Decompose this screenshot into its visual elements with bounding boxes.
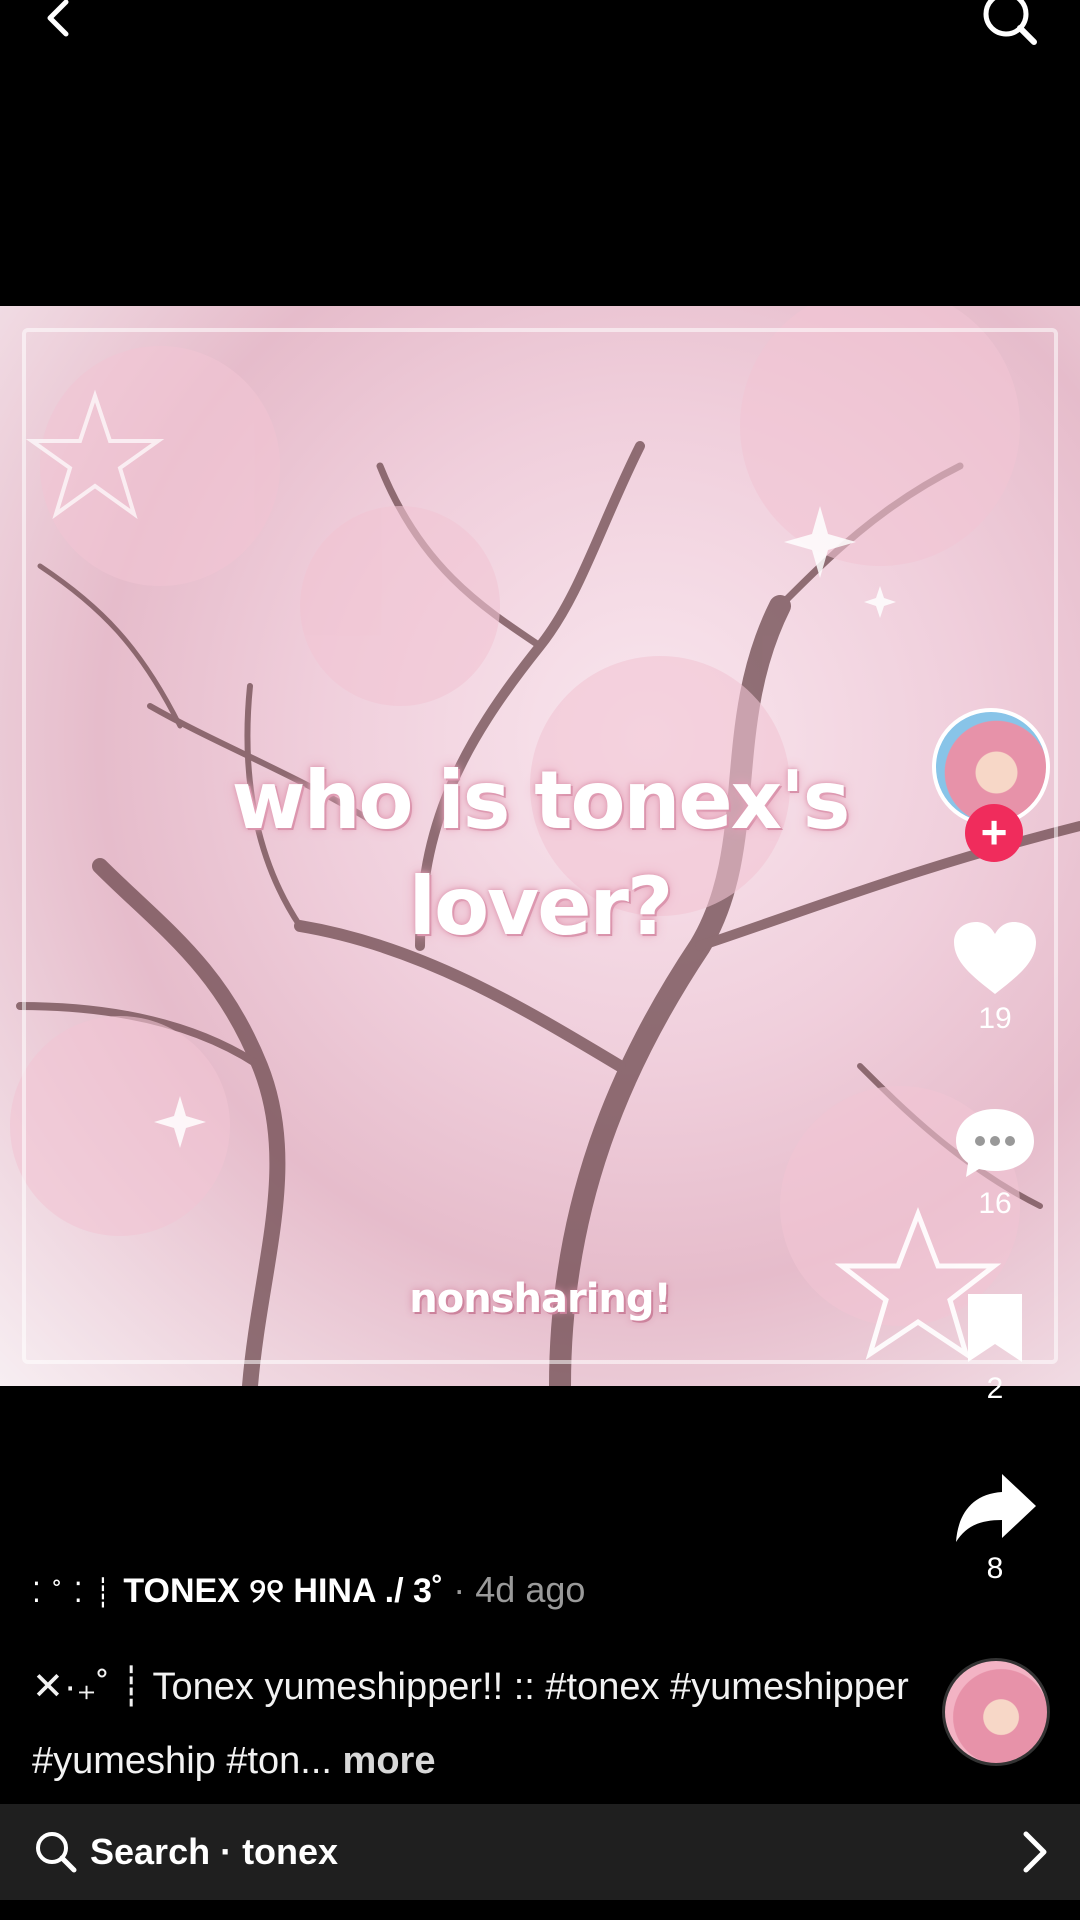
share-arrow-icon[interactable] <box>952 1470 1038 1546</box>
video-title-line1: who is tonex's <box>231 754 851 847</box>
top-bar <box>0 0 1080 60</box>
bookmark-icon[interactable] <box>960 1290 1030 1366</box>
description-text: Tonex yumeshipper!! :: #tonex #yumeshipp… <box>32 1666 909 1782</box>
author-decoration: ⁚ ˚ ⁚ ┊ <box>32 1577 114 1608</box>
favorite-count: 2 <box>986 1372 1004 1405</box>
video-overlay-text: who is tonex's lover? <box>200 748 880 960</box>
heart-icon[interactable] <box>952 920 1038 996</box>
sound-avatar[interactable] <box>942 1658 1050 1766</box>
search-icon <box>36 1832 77 1873</box>
action-sidebar: + 19 16 2 8 <box>910 700 1080 1600</box>
video-description[interactable]: ✕·₊˚ ┊ Tonex yumeshipper!! :: #tonex #yu… <box>32 1650 912 1798</box>
like-action[interactable]: 19 <box>910 920 1080 1036</box>
share-count: 8 <box>986 1552 1004 1585</box>
video-caption: ⁚ ˚ ⁚ ┊ TONEX ୨୧ HINA ./ 3˚ · 4d ago ✕·₊… <box>32 1560 912 1798</box>
author-name[interactable]: TONEX ୨୧ HINA ./ 3˚ <box>123 1572 443 1610</box>
related-search-bar[interactable]: Search · tonex <box>0 1804 1080 1900</box>
description-decoration: ✕·₊˚ ┊ <box>32 1666 143 1708</box>
video-title-line2: lover? <box>408 860 674 953</box>
chevron-right-icon <box>1023 1831 1047 1873</box>
like-count: 19 <box>978 1002 1012 1035</box>
comment-count: 16 <box>978 1187 1012 1220</box>
favorite-action[interactable]: 2 <box>910 1290 1080 1406</box>
comment-action[interactable]: 16 <box>910 1105 1080 1221</box>
search-icon[interactable] <box>980 0 1040 46</box>
more-link[interactable]: more <box>343 1740 436 1782</box>
author-row[interactable]: ⁚ ˚ ⁚ ┊ TONEX ୨୧ HINA ./ 3˚ · 4d ago <box>32 1560 912 1620</box>
share-action[interactable]: 8 <box>910 1470 1080 1586</box>
back-arrow-icon[interactable] <box>40 0 80 40</box>
post-time: · 4d ago <box>453 1569 586 1610</box>
search-suggestion-text: Search · tonex <box>90 1831 339 1872</box>
comment-icon[interactable] <box>952 1105 1038 1181</box>
follow-button[interactable]: + <box>965 804 1023 862</box>
